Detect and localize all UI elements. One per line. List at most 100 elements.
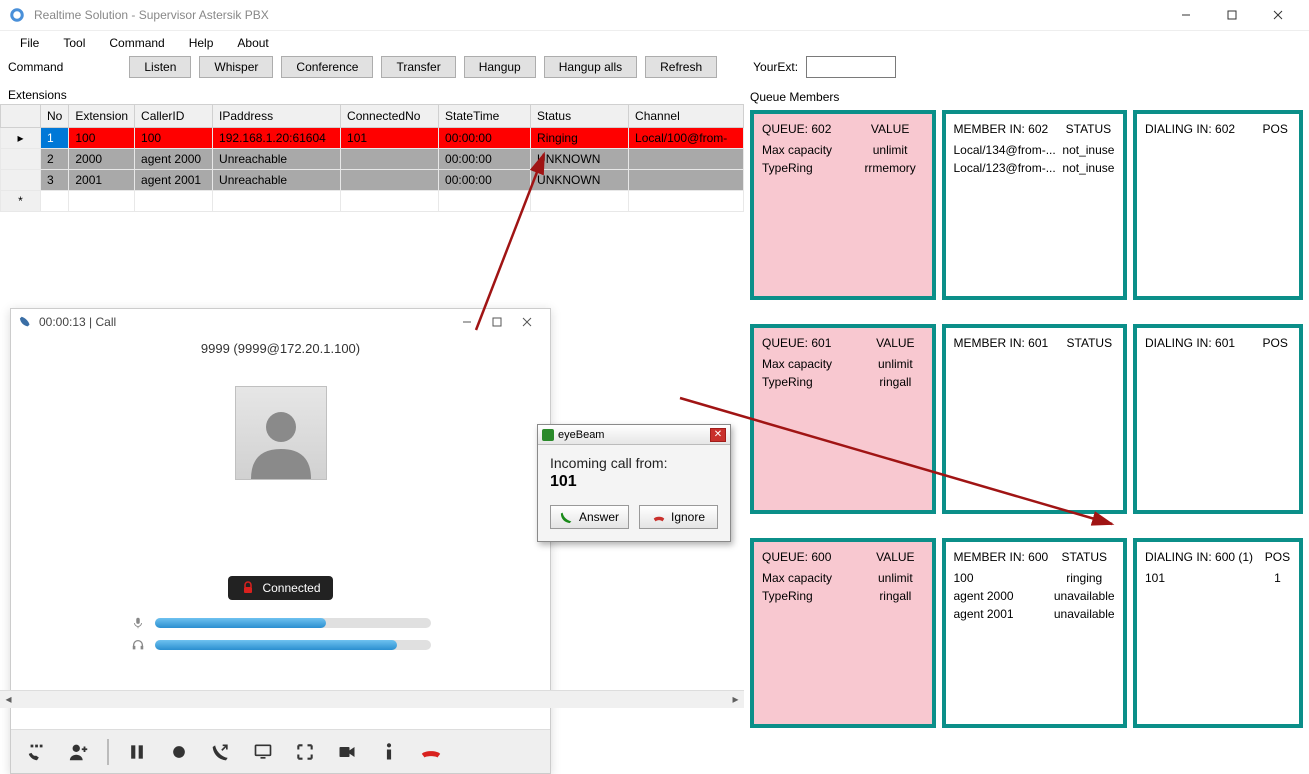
phone-ignore-icon <box>652 510 666 524</box>
col-ipaddress[interactable]: IPaddress <box>213 105 341 128</box>
table-row-new[interactable]: * <box>1 191 744 212</box>
value-header: VALUE <box>865 546 925 569</box>
yourext-label: YourExt: <box>753 60 798 74</box>
incoming-call-label: Incoming call from: <box>550 455 718 471</box>
queue-members-label: Queue Members <box>750 86 1303 106</box>
row-header-marker <box>1 105 41 128</box>
mic-slider[interactable] <box>131 616 431 630</box>
value-header: VALUE <box>855 118 926 141</box>
phone-answer-icon <box>560 510 574 524</box>
yourext-input[interactable] <box>806 56 896 78</box>
microphone-icon <box>131 616 145 630</box>
member-panel: MEMBER IN: 601STATUS <box>942 324 1128 514</box>
dialing-panel: DIALING IN: 601POS <box>1133 324 1303 514</box>
info-icon[interactable] <box>375 738 403 766</box>
table-row[interactable]: ▸ 1 100 100 192.168.1.20:61604 101 00:00… <box>1 128 744 149</box>
softphone-minimize-button[interactable] <box>452 309 482 335</box>
hangup-icon[interactable] <box>417 738 445 766</box>
pos-header: POS <box>1257 332 1293 355</box>
refresh-button[interactable]: Refresh <box>645 56 717 78</box>
status-badge: Connected <box>228 576 332 600</box>
incoming-call-popup: eyeBeam ✕ Incoming call from: 101 Answer… <box>537 424 731 542</box>
softphone-title: 00:00:13 | Call <box>39 315 452 329</box>
queue-name: QUEUE: 600 <box>760 546 865 569</box>
whisper-button[interactable]: Whisper <box>199 56 273 78</box>
hangup-button[interactable]: Hangup <box>464 56 536 78</box>
scroll-left-icon[interactable]: ◂ <box>0 691 17 708</box>
record-icon[interactable] <box>165 738 193 766</box>
popup-titlebar[interactable]: eyeBeam ✕ <box>538 425 730 445</box>
horizontal-scrollbar[interactable]: ◂ ▸ <box>0 690 744 707</box>
softphone-app-icon <box>19 315 33 329</box>
softphone-titlebar[interactable]: 00:00:13 | Call <box>11 309 550 335</box>
minimize-button[interactable] <box>1163 0 1209 30</box>
close-button[interactable] <box>1255 0 1301 30</box>
member-name: MEMBER IN: 602 <box>952 118 1060 141</box>
menu-tool[interactable]: Tool <box>51 32 97 54</box>
ignore-button[interactable]: Ignore <box>639 505 718 529</box>
value-header: VALUE <box>865 332 925 355</box>
col-extension[interactable]: Extension <box>69 105 135 128</box>
queue-name: QUEUE: 602 <box>760 118 855 141</box>
softphone-maximize-button[interactable] <box>482 309 512 335</box>
hangup-alls-button[interactable]: Hangup alls <box>544 56 637 78</box>
lock-icon <box>240 580 256 596</box>
add-contact-icon[interactable] <box>65 738 93 766</box>
video-icon[interactable] <box>333 738 361 766</box>
col-callerid[interactable]: CallerID <box>135 105 213 128</box>
col-status[interactable]: Status <box>531 105 629 128</box>
table-row[interactable]: 2 2000 agent 2000 Unreachable 00:00:00 U… <box>1 149 744 170</box>
queue-panel: QUEUE: 602VALUE Max capacityunlimit Type… <box>750 110 936 300</box>
status-header: STATUS <box>1051 546 1117 569</box>
dialing-name: DIALING IN: 602 <box>1143 118 1257 141</box>
answer-button[interactable]: Answer <box>550 505 629 529</box>
avatar <box>235 386 327 480</box>
dialing-panel: DIALING IN: 600 (1)POS1011 <box>1133 538 1303 728</box>
transfer-call-icon[interactable] <box>207 738 235 766</box>
dialing-name: DIALING IN: 601 <box>1143 332 1257 355</box>
maximize-button[interactable] <box>1209 0 1255 30</box>
softphone-close-button[interactable] <box>512 309 542 335</box>
eyebeam-icon <box>542 429 554 441</box>
member-name: MEMBER IN: 600 <box>952 546 1052 569</box>
menu-file[interactable]: File <box>8 32 51 54</box>
member-panel: MEMBER IN: 600STATUS100ringingagent 2000… <box>942 538 1128 728</box>
pause-icon[interactable] <box>123 738 151 766</box>
table-row[interactable]: 3 2001 agent 2001 Unreachable 00:00:00 U… <box>1 170 744 191</box>
menubar: File Tool Command Help About <box>0 30 1309 54</box>
window-title: Realtime Solution - Supervisor Astersik … <box>34 8 1163 22</box>
status-header: STATUS <box>1060 118 1117 141</box>
queue-panel: QUEUE: 600VALUE Max capacityunlimit Type… <box>750 538 936 728</box>
speaker-slider[interactable] <box>131 638 431 652</box>
member-panel: MEMBER IN: 602STATUSLocal/134@from-...no… <box>942 110 1128 300</box>
member-name: MEMBER IN: 601 <box>952 332 1062 355</box>
conference-button[interactable]: Conference <box>281 56 373 78</box>
pos-header: POS <box>1257 118 1293 141</box>
col-no[interactable]: No <box>41 105 69 128</box>
softphone-toolbar <box>11 729 550 773</box>
command-toolbar: Command Listen Whisper Conference Transf… <box>0 54 1309 84</box>
queue-panel: QUEUE: 601VALUE Max capacityunlimit Type… <box>750 324 936 514</box>
softphone-caller: 9999 (9999@172.20.1.100) <box>21 339 540 386</box>
row-selector-icon[interactable]: ▸ <box>1 128 41 149</box>
extensions-table[interactable]: No Extension CallerID IPaddress Connecte… <box>0 104 744 212</box>
screen-share-icon[interactable] <box>249 738 277 766</box>
dialpad-icon[interactable] <box>23 738 51 766</box>
menu-about[interactable]: About <box>225 32 280 54</box>
transfer-button[interactable]: Transfer <box>381 56 455 78</box>
col-statetime[interactable]: StateTime <box>439 105 531 128</box>
dialing-panel: DIALING IN: 602POS <box>1133 110 1303 300</box>
menu-help[interactable]: Help <box>177 32 226 54</box>
col-connectedno[interactable]: ConnectedNo <box>341 105 439 128</box>
window-titlebar: Realtime Solution - Supervisor Astersik … <box>0 0 1309 30</box>
status-header: STATUS <box>1062 332 1117 355</box>
popup-close-button[interactable]: ✕ <box>710 428 726 442</box>
scroll-right-icon[interactable]: ▸ <box>727 691 744 708</box>
app-icon <box>8 6 26 24</box>
listen-button[interactable]: Listen <box>129 56 191 78</box>
fullscreen-icon[interactable] <box>291 738 319 766</box>
extensions-label: Extensions <box>0 84 744 104</box>
col-channel[interactable]: Channel <box>629 105 744 128</box>
incoming-call-number: 101 <box>550 473 718 491</box>
menu-command[interactable]: Command <box>97 32 176 54</box>
